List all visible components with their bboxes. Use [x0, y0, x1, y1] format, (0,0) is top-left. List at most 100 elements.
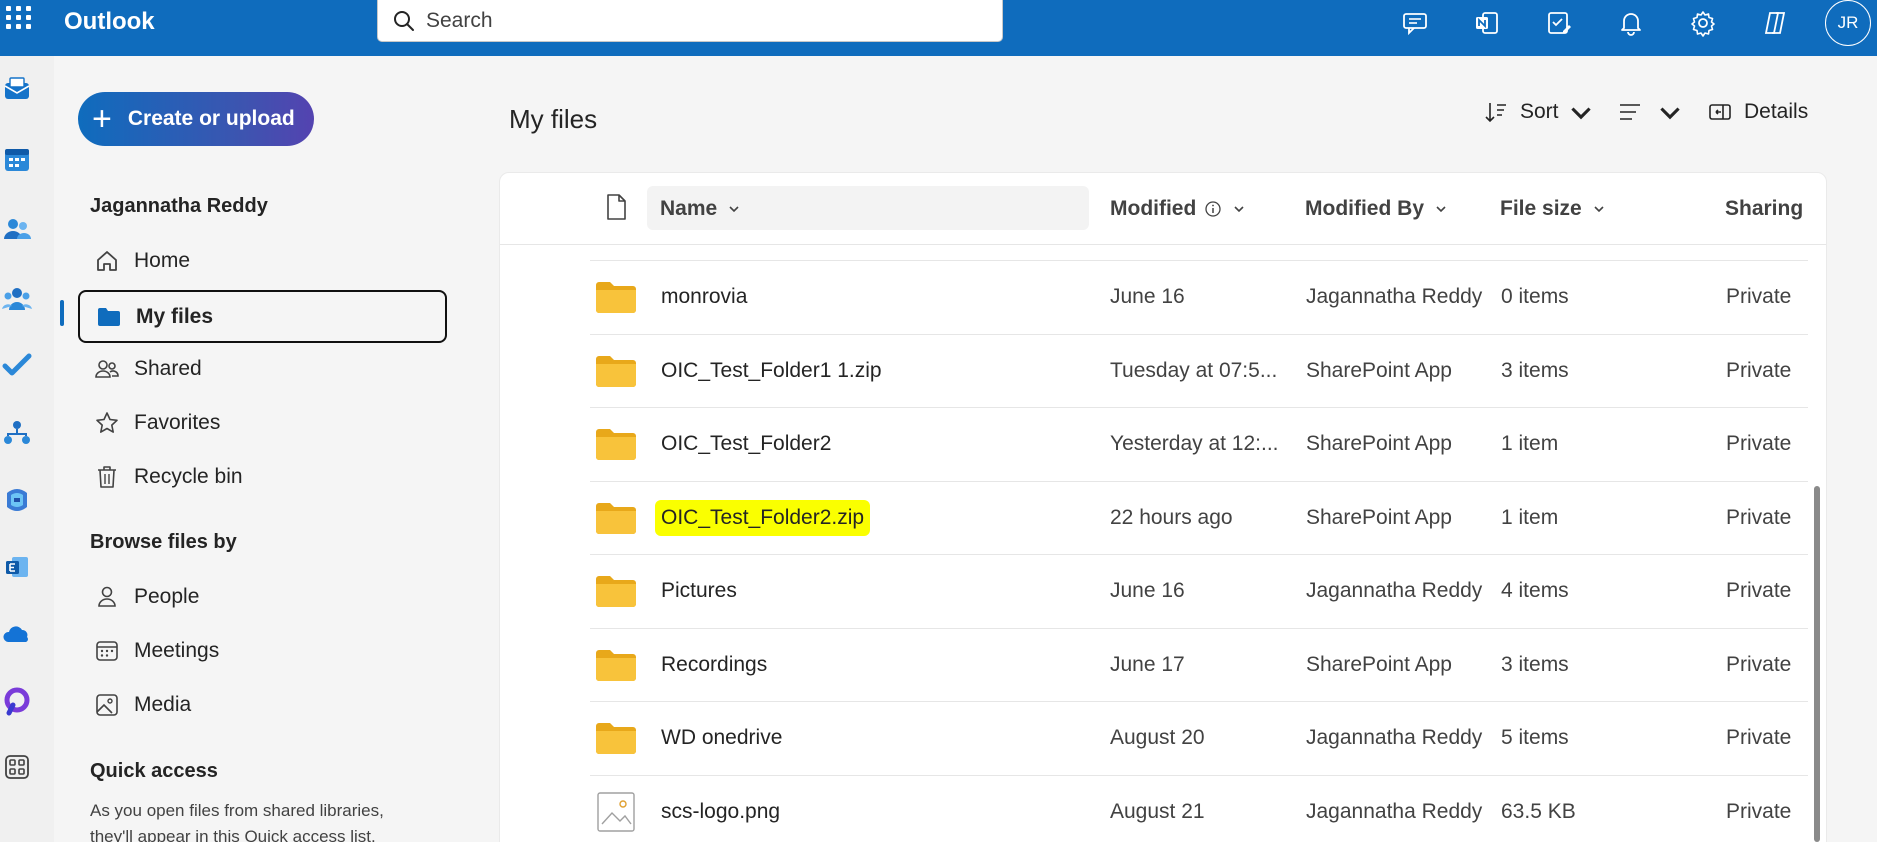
modified-date: August 21 [1110, 799, 1205, 823]
modified-by: Jagannatha Reddy [1306, 285, 1483, 309]
file-name[interactable]: scs-logo.png [661, 800, 780, 824]
chevron-down-icon [729, 206, 739, 213]
file-size: 3 items [1501, 358, 1569, 382]
view-options-button[interactable] [1618, 100, 1682, 124]
details-label: Details [1744, 100, 1809, 123]
scrollbar[interactable] [1814, 486, 1820, 842]
nav-item-label: Media [134, 693, 192, 716]
app-title[interactable]: Outlook [64, 8, 155, 36]
modified-date: June 17 [1110, 652, 1185, 676]
image-icon [96, 694, 118, 716]
sort-button[interactable]: Sort [1484, 100, 1593, 124]
org-explorer-icon[interactable] [0, 416, 34, 450]
folder-icon [596, 502, 636, 534]
column-header-modified-by[interactable]: Modified By [1305, 197, 1448, 221]
nav-item-media[interactable]: Media [78, 680, 448, 730]
modified-by: SharePoint App [1306, 505, 1452, 529]
onedrive-icon[interactable] [0, 617, 34, 651]
nav-item-my-files[interactable]: My files [78, 290, 447, 343]
viva-icon[interactable] [0, 684, 34, 718]
nav-item-label: Favorites [134, 411, 221, 434]
details-button[interactable]: Details [1708, 100, 1808, 124]
file-name[interactable]: OIC_Test_Folder2.zip [655, 499, 871, 536]
star-icon [96, 412, 118, 433]
nav-item-home[interactable]: Home [78, 236, 448, 286]
file-size: 3 items [1501, 652, 1569, 676]
nav-item-people[interactable]: People [78, 572, 448, 622]
nav-item-label: People [134, 585, 200, 608]
more-apps-icon[interactable] [0, 750, 34, 784]
file-name[interactable]: OIC_Test_Folder1 1.zip [661, 359, 882, 383]
column-header-name[interactable]: Name [660, 197, 741, 221]
info-icon [1205, 201, 1221, 217]
app-rail [0, 56, 54, 842]
page-title: My files [509, 104, 598, 134]
search-box[interactable] [377, 0, 1003, 42]
modified-date: June 16 [1110, 285, 1185, 309]
file-name[interactable]: Recordings [661, 653, 767, 677]
file-name[interactable]: Pictures [661, 579, 737, 603]
modified-by: SharePoint App [1306, 432, 1452, 456]
mail-icon[interactable] [0, 72, 34, 106]
avatar[interactable]: JR [1825, 0, 1871, 46]
nav-item-favorites[interactable]: Favorites [78, 398, 448, 448]
todo-icon[interactable] [1523, 0, 1595, 46]
shared-people-icon [95, 360, 119, 378]
file-name[interactable]: monrovia [661, 285, 747, 309]
table-row[interactable]: OIC_Test_Folder1 1.zip Tuesday at 07:5...… [590, 335, 1808, 408]
file-name[interactable]: WD onedrive [661, 726, 782, 750]
groups-icon[interactable] [0, 282, 34, 316]
copilot-icon[interactable] [1739, 0, 1811, 46]
table-row[interactable]: OIC_Test_Folder2 Yesterday at 12:... Share… [590, 408, 1808, 482]
modified-date: 22 hours ago [1110, 505, 1233, 529]
image-file-icon [597, 792, 635, 832]
column-header-sharing[interactable]: Sharing [1725, 197, 1803, 221]
table-row[interactable]: Recordings June 17 SharePoint App 3 items Pr… [590, 629, 1808, 702]
nav-item-meetings[interactable]: Meetings [78, 626, 448, 676]
file-list-panel: Name Modified Modified By File size Shar… [499, 172, 1827, 842]
bell-icon[interactable] [1595, 0, 1667, 46]
file-name[interactable]: OIC_Test_Folder2 [661, 432, 831, 456]
create-or-upload-label: Create or upload [127, 107, 295, 130]
modified-by: SharePoint App [1306, 652, 1452, 676]
file-type-icon[interactable] [604, 193, 628, 221]
todo-check-icon[interactable] [0, 349, 34, 383]
trash-icon [98, 466, 116, 488]
modified-date: Tuesday at 07:5... [1110, 358, 1278, 382]
search-input[interactable] [426, 8, 966, 33]
modified-by: SharePoint App [1306, 358, 1452, 382]
chevron-down-icon [1436, 206, 1446, 213]
gear-icon[interactable] [1667, 0, 1739, 46]
chevron-down-icon [1660, 107, 1680, 120]
column-header-modified[interactable]: Modified [1110, 197, 1246, 221]
sharing-status: Private [1726, 799, 1792, 823]
onenote-icon[interactable] [1451, 0, 1523, 46]
active-indicator [60, 300, 64, 326]
column-label: Name [660, 197, 718, 220]
person-icon [98, 586, 116, 607]
microsoft-365-icon[interactable] [0, 483, 34, 517]
sharing-status: Private [1726, 358, 1792, 382]
column-header-file-size[interactable]: File size [1500, 197, 1606, 221]
nav-item-recycle-bin[interactable]: Recycle bin [78, 452, 448, 502]
calendar-icon[interactable] [0, 142, 34, 176]
nav-item-label: My files [136, 304, 214, 328]
folder-icon [596, 429, 636, 461]
chat-feedback-icon[interactable] [1379, 0, 1451, 46]
details-pane-icon [1709, 104, 1731, 120]
nav-item-shared[interactable]: Shared [78, 344, 448, 394]
table-row[interactable]: scs-logo.png August 21 Jagannatha Reddy 63.… [590, 776, 1808, 842]
people-icon[interactable] [0, 212, 34, 246]
modified-by: Jagannatha Reddy [1306, 799, 1483, 823]
table-row[interactable]: WD onedrive August 20 Jagannatha Reddy 5 it… [590, 702, 1808, 776]
app-launcher-icon[interactable] [4, 4, 31, 30]
modified-by: Jagannatha Reddy [1306, 579, 1483, 603]
table-row[interactable]: Pictures June 16 Jagannatha Reddy 4 items Pr… [590, 555, 1808, 629]
table-header: Name Modified Modified By File size Shar… [500, 173, 1826, 245]
home-icon [97, 251, 117, 271]
sharing-status: Private [1726, 726, 1792, 750]
exchange-icon[interactable] [0, 550, 34, 584]
table-row[interactable]: OIC_Test_Folder2.zip 22 hours ago SharePoi… [590, 482, 1808, 555]
create-or-upload-button[interactable]: + Create or upload [78, 92, 314, 146]
table-row[interactable]: monrovia June 16 Jagannatha Reddy 0 items Pr… [590, 261, 1808, 335]
